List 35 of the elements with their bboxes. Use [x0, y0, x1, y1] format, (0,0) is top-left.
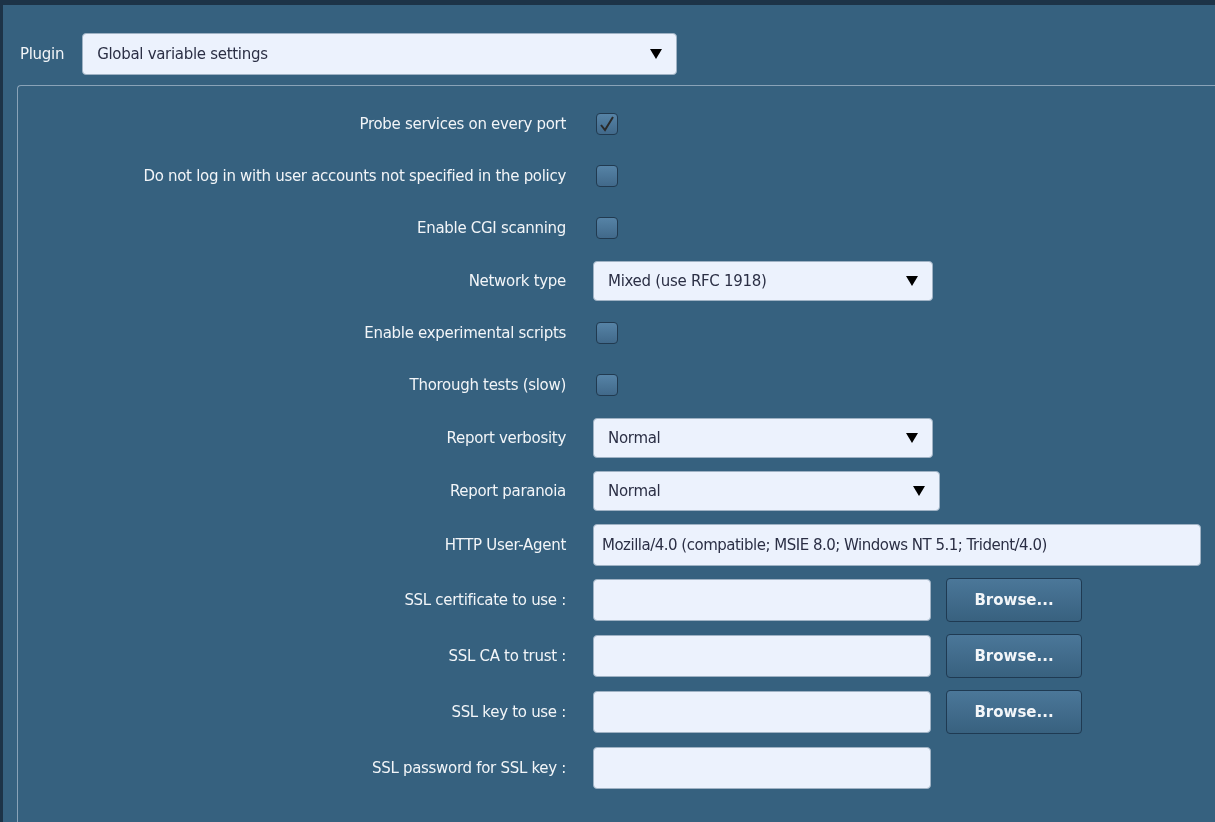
- dropdown[interactable]: Normal: [593, 417, 933, 458]
- caret-icon: [913, 485, 925, 496]
- setting-label: SSL CA to trust :: [448, 647, 566, 665]
- dropdown[interactable]: Mixed (use RFC 1918): [593, 260, 933, 301]
- browse-button[interactable]: Browse...: [946, 690, 1082, 734]
- caret-icon: [650, 49, 663, 59]
- plugin-dropdown[interactable]: Global variable settings: [82, 33, 678, 75]
- caret-icon: [906, 432, 918, 443]
- browse-button[interactable]: Browse...: [946, 634, 1082, 678]
- setting-label: Report verbosity: [446, 428, 566, 447]
- text-field[interactable]: Mozilla/4.0 (compatible; MSIE 8.0; Windows NT 5.1; Trident/4.0): [593, 523, 1201, 566]
- setting-label: Thorough tests (slow): [409, 376, 566, 394]
- setting-label: SSL certificate to use :: [404, 591, 566, 609]
- setting-label: Report paranoia: [449, 481, 566, 500]
- setting-label: Probe services on every port: [359, 115, 566, 133]
- setting-label: Do not log in with user accounts not specified in the policy: [143, 167, 566, 185]
- setting-label: Enable CGI scanning: [417, 219, 566, 237]
- checkbox[interactable]: [596, 113, 618, 135]
- setting-label: SSL password for SSL key :: [372, 758, 566, 777]
- text-field[interactable]: [593, 635, 931, 677]
- checkbox[interactable]: [596, 374, 618, 396]
- checkbox[interactable]: [596, 217, 618, 239]
- dropdown[interactable]: Normal: [593, 470, 940, 511]
- setting-label: Enable experimental scripts: [364, 324, 566, 342]
- text-field[interactable]: [593, 579, 931, 621]
- checkbox[interactable]: [596, 322, 618, 344]
- browse-button[interactable]: Browse...: [946, 578, 1082, 622]
- setting-label: SSL key to use :: [451, 703, 566, 721]
- plugin-label: Plugin: [20, 45, 65, 63]
- text-field[interactable]: [593, 746, 931, 789]
- setting-label: Network type: [468, 271, 566, 290]
- caret-icon: [906, 275, 918, 286]
- checkbox[interactable]: [596, 165, 618, 187]
- setting-label: HTTP User-Agent: [444, 535, 566, 554]
- text-field[interactable]: [593, 691, 931, 733]
